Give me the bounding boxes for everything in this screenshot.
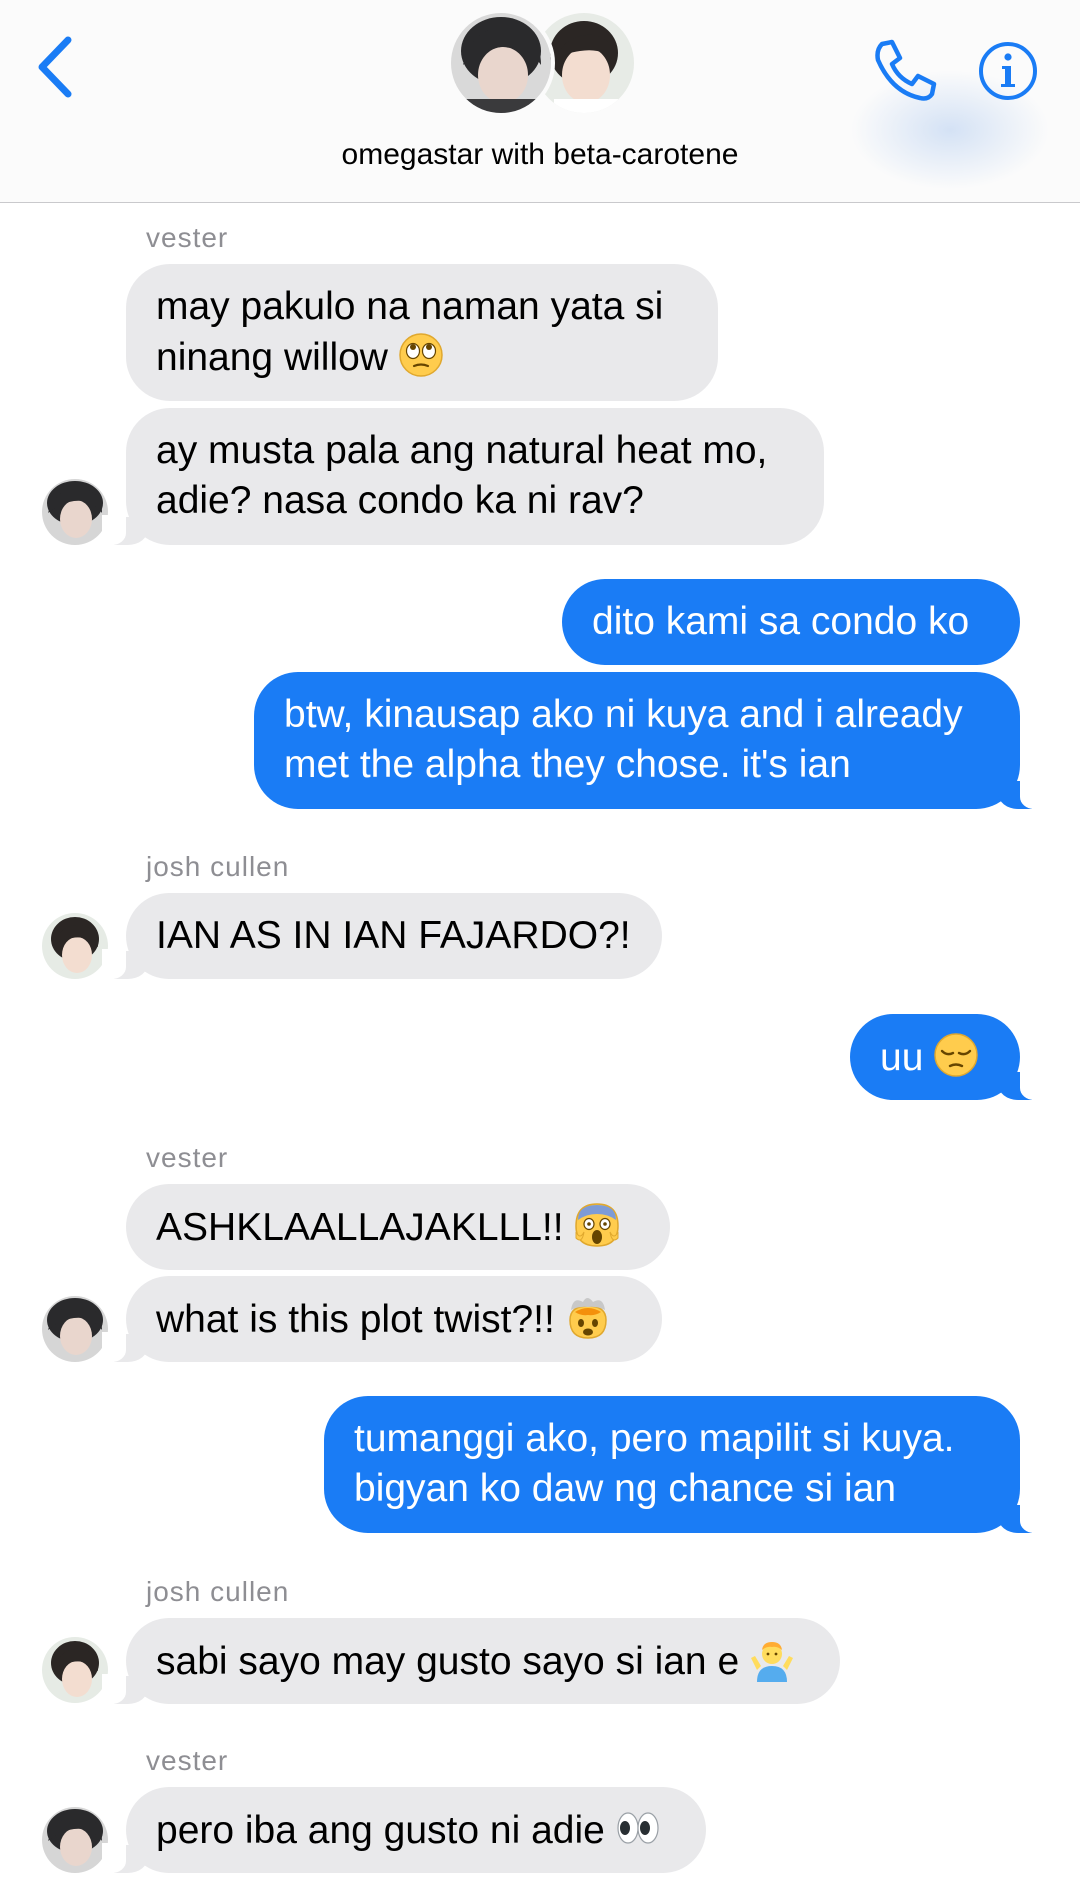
avatar-vester[interactable]: [42, 1296, 108, 1362]
sender-name: josh cullen: [146, 851, 290, 882]
message-bubble-outgoing[interactable]: uu: [850, 1014, 1044, 1100]
message-text: ASHKLAALLAJAKLLL!!: [156, 1206, 564, 1249]
message-text: btw, kinausap ako ni kuya and i already: [284, 693, 963, 736]
message-text: dito kami sa condo ko: [592, 600, 970, 643]
info-button[interactable]: [977, 40, 1039, 102]
message-text: IAN AS IN IAN FAJARDO?!: [156, 914, 631, 957]
message-text: uu: [880, 1036, 924, 1079]
message-bubble-incoming[interactable]: pero iba ang gusto ni adie: [102, 1787, 706, 1873]
message-bubble-incoming[interactable]: may pakulo na naman yata si ninang willo…: [126, 264, 718, 401]
message-text: ninang willow: [156, 336, 388, 379]
message-bubble-incoming[interactable]: sabi sayo may gusto sayo si ian e: [102, 1618, 840, 1704]
face-with-rolling-eyes-emoji: [399, 333, 443, 377]
message-text: tumanggi ako, pero mapilit si kuya.: [354, 1417, 955, 1460]
avatar-josh-cullen[interactable]: [42, 913, 108, 979]
info-icon: [979, 42, 1037, 100]
phone-icon: [875, 39, 937, 101]
message-text: met the alpha they chose. it's ian: [284, 743, 851, 786]
message-bubble-incoming[interactable]: ay musta pala ang natural heat mo, adie?…: [102, 408, 824, 545]
message-bubble-incoming[interactable]: IAN AS IN IAN FAJARDO?!: [102, 893, 662, 979]
group-avatar-vester[interactable]: [447, 9, 555, 117]
avatar-vester[interactable]: [42, 479, 108, 545]
exploding-head-emoji: [569, 1298, 607, 1339]
message-text: what is this plot twist?!!: [156, 1298, 555, 1341]
message-text: ay musta pala ang natural heat mo,: [156, 429, 768, 472]
avatar-vester[interactable]: [42, 1807, 108, 1873]
message-bubble-incoming[interactable]: what is this plot twist?!!: [102, 1276, 662, 1362]
sender-name: vester: [146, 222, 229, 253]
message-bubble-outgoing[interactable]: dito kami sa condo ko: [562, 579, 1020, 665]
message-text: adie? nasa condo ka ni rav?: [156, 479, 644, 522]
chat-header: omegastar with beta-carotene: [0, 0, 1080, 203]
call-button[interactable]: [870, 38, 940, 104]
sender-name: josh cullen: [146, 1576, 290, 1607]
message-bubble-outgoing[interactable]: tumanggi ako, pero mapilit si kuya. bigy…: [324, 1396, 1044, 1533]
avatar-josh-cullen[interactable]: [42, 1637, 108, 1703]
message-text: pero iba ang gusto ni adie: [156, 1809, 605, 1852]
message-text: sabi sayo may gusto sayo si ian e: [156, 1640, 740, 1683]
message-bubble-incoming[interactable]: ASHKLAALLAJAKLLL!!: [126, 1184, 670, 1270]
message-text: bigyan ko daw ng chance si ian: [354, 1467, 897, 1510]
pensive-face-emoji: [934, 1033, 979, 1077]
sender-name: vester: [146, 1142, 229, 1173]
message-bubble-outgoing[interactable]: btw, kinausap ako ni kuya and i already …: [254, 672, 1044, 809]
sender-name: vester: [146, 1745, 229, 1776]
conversation-title: omegastar with beta-carotene: [341, 138, 739, 171]
message-text: may pakulo na naman yata si: [156, 285, 664, 328]
person-shrugging-emoji: [751, 1642, 794, 1682]
eyes-emoji: [617, 1812, 659, 1844]
chevron-left-icon: [38, 36, 72, 98]
face-screaming-in-fear-emoji: [574, 1203, 619, 1247]
back-button[interactable]: [30, 32, 80, 102]
